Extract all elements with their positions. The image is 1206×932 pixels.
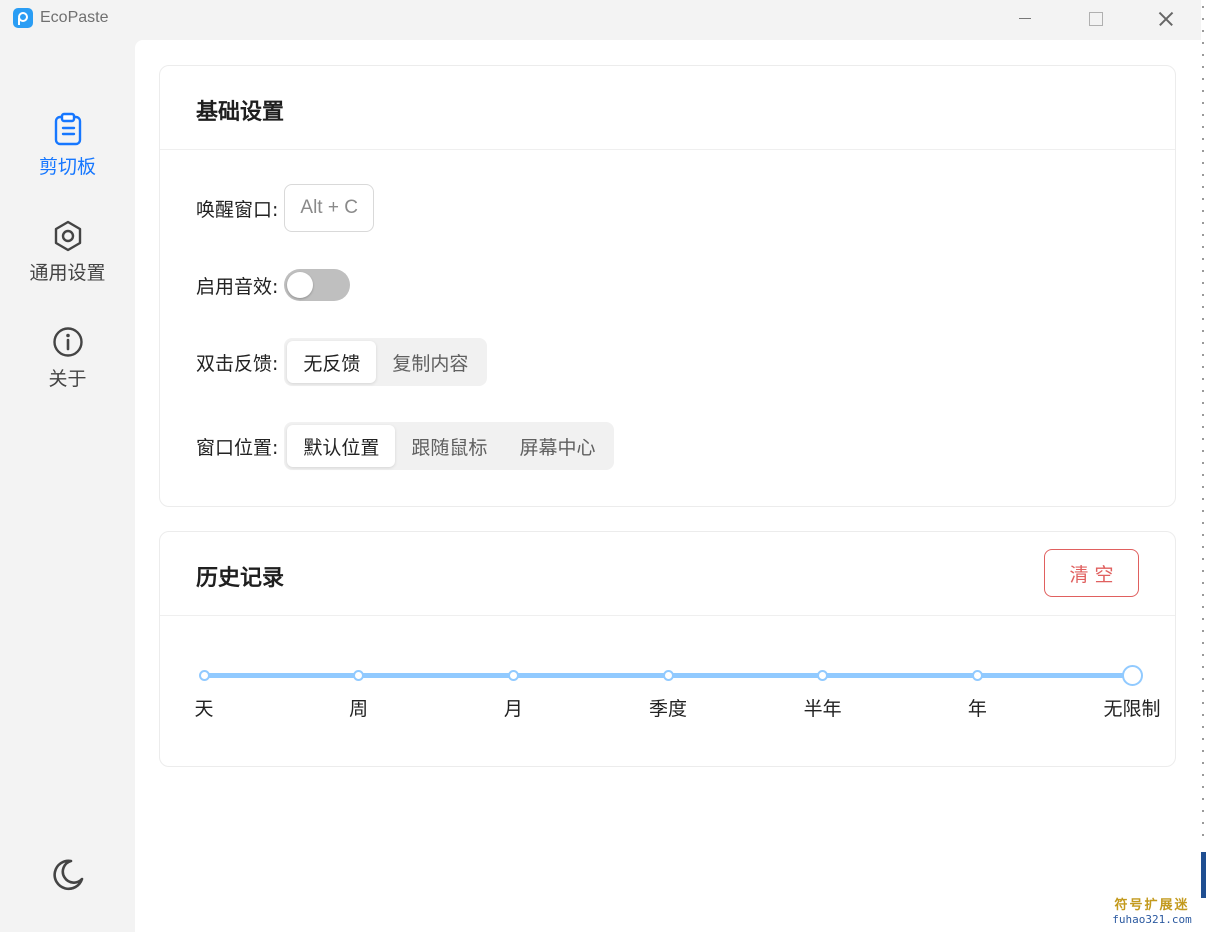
- double-click-row: 双击反馈: 无反馈 复制内容: [196, 338, 488, 386]
- card-title: 历史记录: [196, 566, 285, 591]
- double-click-option-none[interactable]: 无反馈: [287, 341, 377, 383]
- wake-window-row: 唤醒窗口: Alt + C: [196, 184, 374, 232]
- slider-dot[interactable]: [353, 670, 365, 681]
- history-duration-slider[interactable]: 天 周 月 季度 半年 年 无限制: [194, 665, 1161, 726]
- card-title: 基础设置: [196, 100, 285, 125]
- slider-mark-label[interactable]: 周: [349, 694, 368, 721]
- watermark-url: fuhao321.com: [1112, 913, 1192, 926]
- window-position-label: 窗口位置:: [196, 436, 279, 459]
- slider-dot[interactable]: [971, 670, 983, 681]
- theme-toggle-button[interactable]: [51, 858, 85, 892]
- background-edge: [1201, 0, 1206, 932]
- sidebar: 剪切板 通用设置 关于: [0, 40, 135, 932]
- slider-mark-label[interactable]: 天: [194, 694, 213, 721]
- sound-row: 启用音效:: [196, 261, 351, 309]
- slider-dot[interactable]: [507, 670, 519, 681]
- title-bar: EcoPaste: [0, 0, 1201, 40]
- clear-history-button[interactable]: 清空: [1044, 549, 1139, 597]
- info-icon: [52, 327, 83, 357]
- sidebar-item-clipboard[interactable]: 剪切板: [0, 112, 135, 179]
- slider-handle[interactable]: [1121, 665, 1143, 686]
- slider-dot[interactable]: [662, 670, 674, 681]
- maximize-button[interactable]: [1072, 0, 1118, 38]
- position-option-follow-mouse[interactable]: 跟随鼠标: [395, 425, 503, 467]
- slider-mark-label[interactable]: 无限制: [1103, 694, 1160, 721]
- slider-mark-label[interactable]: 半年: [804, 694, 842, 721]
- basic-settings-card: 基础设置 唤醒窗口: Alt + C 启用音效: 双击反馈: 无反馈 复制内容 …: [159, 65, 1176, 507]
- sound-label: 启用音效:: [196, 275, 279, 298]
- slider-dot[interactable]: [198, 670, 210, 681]
- sidebar-item-settings[interactable]: 通用设置: [0, 220, 135, 285]
- background-dots: [1202, 6, 1204, 846]
- minimize-button[interactable]: [1002, 0, 1048, 38]
- double-click-option-copy[interactable]: 复制内容: [376, 341, 484, 383]
- main-content: 基础设置 唤醒窗口: Alt + C 启用音效: 双击反馈: 无反馈 复制内容 …: [135, 40, 1201, 932]
- double-click-label: 双击反馈:: [196, 352, 279, 375]
- position-option-default[interactable]: 默认位置: [287, 425, 396, 467]
- double-click-segmented: 无反馈 复制内容: [284, 338, 488, 386]
- sound-toggle[interactable]: [284, 269, 351, 301]
- card-header: 基础设置: [160, 66, 1175, 150]
- window-position-row: 窗口位置: 默认位置 跟随鼠标 屏幕中心: [196, 422, 615, 470]
- app-logo-icon: [13, 8, 33, 28]
- window-position-segmented: 默认位置 跟随鼠标 屏幕中心: [284, 422, 615, 470]
- sidebar-item-label: 剪切板: [38, 156, 96, 178]
- settings-icon: [54, 220, 81, 252]
- watermark-title: 符号扩展迷: [1114, 898, 1190, 913]
- position-option-screen-center[interactable]: 屏幕中心: [503, 425, 611, 467]
- app-window: EcoPaste 剪切板 通用设置 关于 基础设置 唤醒窗口: Alt + C …: [0, 0, 1201, 932]
- background-accent: [1201, 852, 1206, 898]
- slider-mark-label[interactable]: 月: [504, 694, 523, 721]
- watermark: 符号扩展迷 fuhao321.com: [1109, 894, 1195, 928]
- card-header: 历史记录 清空: [160, 532, 1175, 616]
- slider-mark-label[interactable]: 季度: [649, 694, 687, 721]
- sidebar-item-label: 通用设置: [29, 262, 106, 284]
- wake-hotkey-input[interactable]: Alt + C: [284, 184, 374, 232]
- sidebar-item-about[interactable]: 关于: [0, 326, 135, 391]
- slider-dot[interactable]: [817, 670, 829, 681]
- close-button[interactable]: [1142, 0, 1188, 38]
- moon-icon: [53, 859, 84, 891]
- toggle-knob: [287, 272, 314, 298]
- clipboard-icon: [54, 112, 81, 146]
- app-title: EcoPaste: [40, 9, 109, 26]
- wake-window-label: 唤醒窗口:: [196, 198, 279, 221]
- sidebar-item-label: 关于: [48, 368, 87, 390]
- slider-mark-label[interactable]: 年: [968, 694, 987, 721]
- history-card: 历史记录 清空 天 周 月 季度 半年 年 无限制: [159, 531, 1176, 767]
